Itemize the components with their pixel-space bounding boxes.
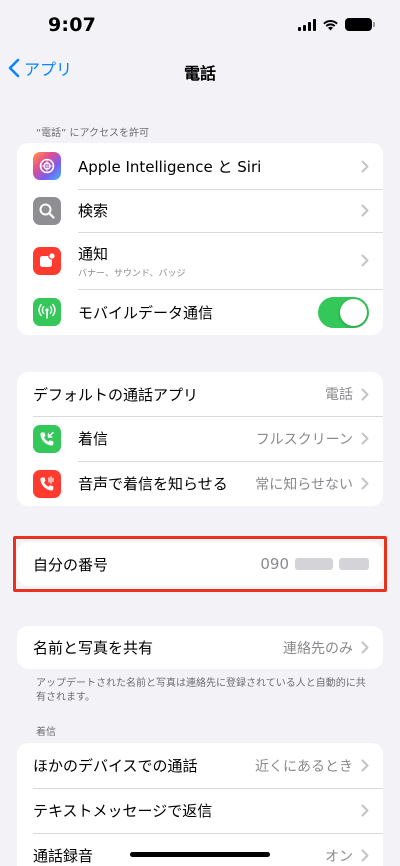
apple-intelligence-siri-row[interactable]: Apple Intelligence と Siri [17, 143, 383, 189]
status-icons [298, 18, 375, 31]
wifi-icon [323, 19, 338, 30]
row-label: ほかのデバイスでの通話 [33, 757, 198, 775]
row-label: 着信 [78, 430, 109, 448]
call-recording-row[interactable]: 通話録音 オン [17, 833, 383, 866]
chevron-right-icon [361, 254, 369, 267]
chevron-right-icon [361, 477, 369, 490]
incoming-call-icon [33, 424, 61, 453]
row-value: 常に知らせない [255, 476, 353, 493]
my-number-card: 自分の番号 090 [17, 542, 383, 586]
chevron-right-icon [361, 160, 369, 173]
cellular-data-row: モバイルデータ通信 [17, 289, 383, 335]
row-label: Apple Intelligence と Siri [78, 157, 262, 176]
section-header-incoming: 着信 [36, 727, 56, 738]
row-label: 音声で着信を知らせる [78, 475, 228, 493]
phone-number-prefix: 090 [260, 555, 289, 573]
status-time: 9:07 [48, 14, 97, 36]
share-name-photo-row[interactable]: 名前と写真を共有 連絡先のみ [17, 626, 383, 669]
search-icon [33, 196, 61, 225]
row-label: 通知 [78, 244, 109, 263]
row-label: 自分の番号 [33, 555, 109, 574]
status-bar: 9:07 [0, 0, 400, 54]
row-value: オン [325, 848, 353, 865]
my-number-row[interactable]: 自分の番号 090 [17, 542, 383, 586]
chevron-right-icon [361, 204, 369, 217]
announce-call-icon [33, 469, 61, 498]
chevron-right-icon [361, 804, 369, 817]
row-value: 連絡先のみ [283, 640, 353, 657]
chevron-right-icon [361, 641, 369, 654]
cellular-signal-icon [298, 18, 316, 31]
phone-number-redacted [339, 558, 369, 570]
chevron-right-icon [361, 759, 369, 772]
row-value: フルスクリーン [255, 431, 353, 448]
chevron-right-icon [361, 849, 369, 862]
row-value: 電話 [325, 387, 353, 403]
call-settings-card: デフォルトの通話アプリ 電話 着信 フルスクリーン 音声で着信を知らせる 常に知… [17, 372, 383, 506]
access-settings-card: Apple Intelligence と Siri 検索 通知 バナー、サウンド… [17, 143, 383, 335]
incoming-settings-card: ほかのデバイスでの通話 近くにあるとき テキストメッセージで返信 通話録音 オン [17, 743, 383, 866]
row-label: 検索 [78, 202, 109, 220]
phone-number-redacted [295, 558, 333, 570]
calls-on-other-devices-row[interactable]: ほかのデバイスでの通話 近くにあるとき [17, 743, 383, 788]
row-label: デフォルトの通話アプリ [33, 385, 199, 404]
cellular-data-toggle[interactable] [318, 296, 369, 328]
toggle-knob [340, 298, 367, 326]
notification-icon [33, 246, 61, 275]
search-row[interactable]: 検索 [17, 189, 383, 232]
apple-intelligence-icon [33, 152, 61, 180]
share-footer-note: アップデートされた名前と写真は連絡先に登録されている人と自動的に共有されます。 [36, 678, 366, 703]
notifications-row[interactable]: 通知 バナー、サウンド、バッジ [17, 232, 383, 289]
announce-calls-row[interactable]: 音声で着信を知らせる 常に知らせない [17, 461, 383, 506]
row-value: 近くにあるとき [255, 758, 353, 775]
page-title: 電話 [183, 64, 216, 83]
row-label: モバイルデータ通信 [78, 303, 214, 322]
incoming-calls-row[interactable]: 着信 フルスクリーン [17, 416, 383, 461]
default-call-app-row[interactable]: デフォルトの通話アプリ 電話 [17, 372, 383, 416]
cellular-icon [33, 298, 61, 326]
row-sublabel: バナー、サウンド、バッジ [78, 268, 186, 279]
home-indicator [130, 852, 270, 857]
battery-icon [345, 18, 375, 31]
chevron-right-icon [361, 388, 369, 401]
row-label: テキストメッセージで返信 [33, 802, 213, 820]
reply-with-message-row[interactable]: テキストメッセージで返信 [17, 788, 383, 833]
chevron-right-icon [361, 432, 369, 445]
navigation-bar: アプリ 電話 [0, 54, 400, 90]
share-name-photo-card: 名前と写真を共有 連絡先のみ [17, 626, 383, 669]
row-label: 名前と写真を共有 [33, 639, 154, 657]
section-header-access: “電話” にアクセスを許可 [36, 128, 150, 139]
